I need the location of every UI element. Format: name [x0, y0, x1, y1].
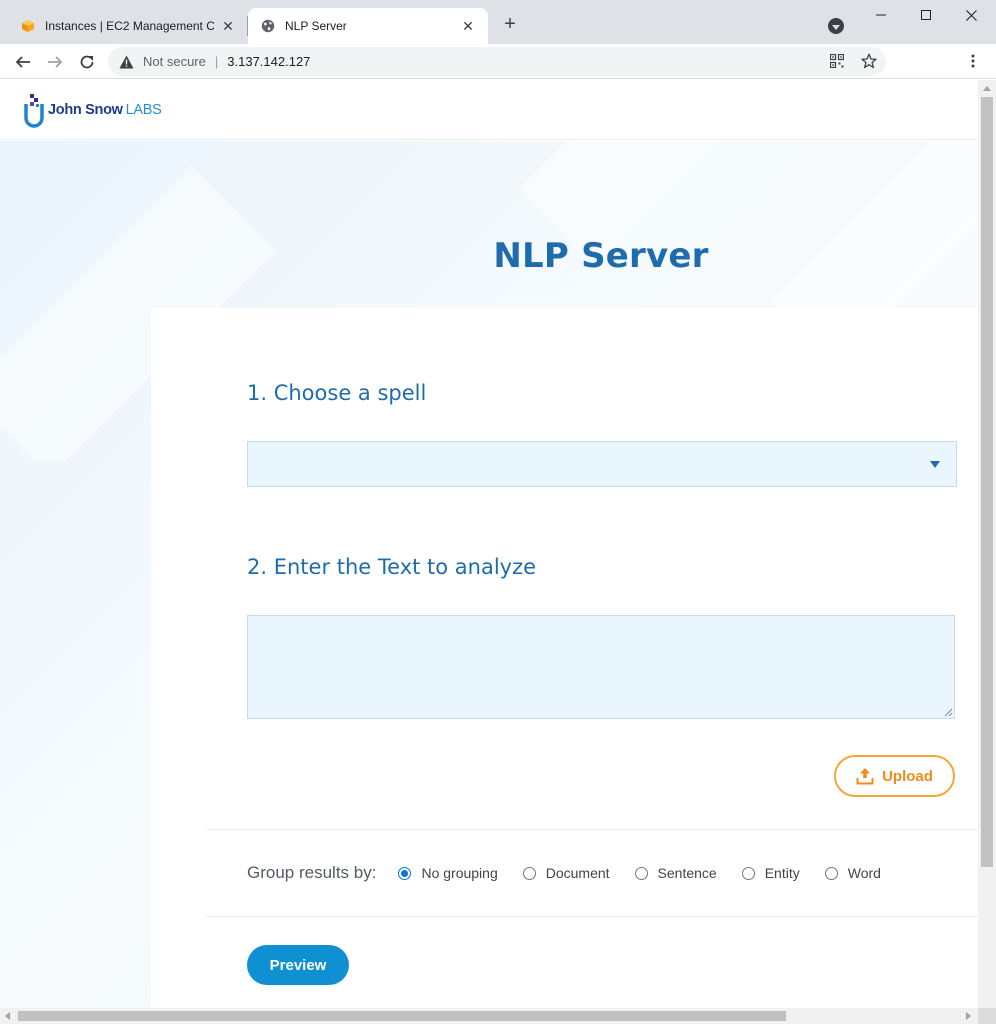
spell-select-dropdown[interactable]	[247, 441, 957, 487]
tab-nlp-server[interactable]: NLP Server ✕	[248, 8, 488, 44]
reload-icon[interactable]	[75, 50, 99, 74]
radio-label: Sentence	[657, 865, 717, 881]
resize-grip-icon[interactable]	[944, 708, 953, 717]
step1-heading: 1. Choose a spell	[247, 381, 427, 405]
scroll-up-arrow-icon[interactable]	[983, 86, 991, 91]
section-divider	[206, 829, 978, 830]
upload-button-label: Upload	[882, 767, 933, 785]
group-results-label: Group results by:	[247, 863, 377, 882]
site-header: John Snow LABS	[0, 80, 978, 140]
vertical-scroll-thumb[interactable]	[981, 97, 993, 867]
radio-button[interactable]	[634, 866, 648, 880]
section-divider	[206, 916, 978, 917]
analyze-text-input[interactable]	[247, 615, 955, 719]
upload-icon	[856, 768, 874, 785]
minimize-window-icon[interactable]	[866, 4, 896, 26]
security-status-label[interactable]: Not secure	[143, 54, 206, 69]
bookmark-star-icon[interactable]	[860, 52, 878, 70]
logo-wordmark: John Snow LABS	[48, 102, 162, 118]
horizontal-scrollbar[interactable]	[0, 1008, 996, 1024]
radio-button[interactable]	[398, 866, 412, 880]
preview-button[interactable]: Preview	[247, 945, 349, 985]
scroll-left-arrow-icon[interactable]	[5, 1012, 10, 1020]
hero-section: NLP Server 1. Choose a spell 2. Enter th…	[0, 141, 978, 1008]
logo-suffix: LABS	[125, 102, 162, 118]
warning-triangle-icon	[119, 54, 135, 70]
url-separator: |	[214, 54, 219, 69]
logo-mark-icon	[22, 92, 46, 128]
page-title: NLP Server	[493, 236, 709, 276]
radio-label: Document	[545, 865, 610, 881]
new-tab-plus-icon[interactable]: +	[500, 14, 520, 34]
group-results-row: Group results by: No grouping Document S…	[247, 861, 906, 885]
maximize-window-icon[interactable]	[911, 4, 941, 26]
page-viewport: John Snow LABS NLP Server 1. Choose a spe…	[0, 80, 978, 1008]
url-text[interactable]: 3.137.142.127	[227, 54, 310, 69]
dropdown-caret-icon	[930, 461, 940, 468]
forward-arrow-icon[interactable]	[43, 50, 67, 74]
analysis-form-card: 1. Choose a spell 2. Enter the Text to a…	[151, 308, 978, 1008]
scroll-right-arrow-icon[interactable]	[966, 1012, 971, 1020]
tab-title: NLP Server	[285, 19, 347, 33]
radio-label: Entity	[764, 865, 800, 881]
aws-box-icon	[20, 18, 36, 34]
radio-button[interactable]	[522, 866, 536, 880]
back-arrow-icon[interactable]	[11, 50, 35, 74]
radio-option-word[interactable]: Word	[824, 865, 881, 881]
upload-button[interactable]: Upload	[834, 755, 955, 797]
close-window-icon[interactable]	[956, 4, 986, 26]
radio-label: No grouping	[421, 865, 498, 881]
qr-code-icon[interactable]	[828, 52, 846, 70]
logo-name: John Snow	[48, 102, 123, 118]
step2-heading: 2. Enter the Text to analyze	[247, 555, 537, 579]
globe-icon	[260, 18, 276, 34]
scrollbar-corner	[978, 1008, 996, 1024]
vertical-scrollbar[interactable]	[978, 80, 996, 1008]
horizontal-scroll-thumb[interactable]	[18, 1011, 786, 1021]
radio-button[interactable]	[741, 866, 755, 880]
browser-toolbar: Not secure | 3.137.142.127	[0, 44, 996, 79]
address-bar[interactable]: Not secure | 3.137.142.127	[108, 47, 886, 76]
browser-tab-strip: Instances | EC2 Management Con ✕ NLP Ser…	[0, 0, 996, 44]
kebab-menu-icon[interactable]	[964, 52, 982, 70]
radio-option-sentence[interactable]: Sentence	[634, 865, 717, 881]
radio-label: Word	[847, 865, 881, 881]
tab-ec2-instances[interactable]: Instances | EC2 Management Con ✕	[8, 8, 248, 44]
tab-search-icon[interactable]	[828, 18, 844, 34]
close-tab-icon[interactable]: ✕	[460, 18, 476, 34]
radio-option-no-grouping[interactable]: No grouping	[398, 865, 498, 881]
close-tab-icon[interactable]: ✕	[220, 18, 236, 34]
radio-button[interactable]	[824, 866, 838, 880]
tab-title: Instances | EC2 Management Con	[45, 19, 214, 33]
radio-option-entity[interactable]: Entity	[741, 865, 800, 881]
radio-option-document[interactable]: Document	[522, 865, 610, 881]
john-snow-labs-logo[interactable]: John Snow LABS	[22, 92, 162, 128]
